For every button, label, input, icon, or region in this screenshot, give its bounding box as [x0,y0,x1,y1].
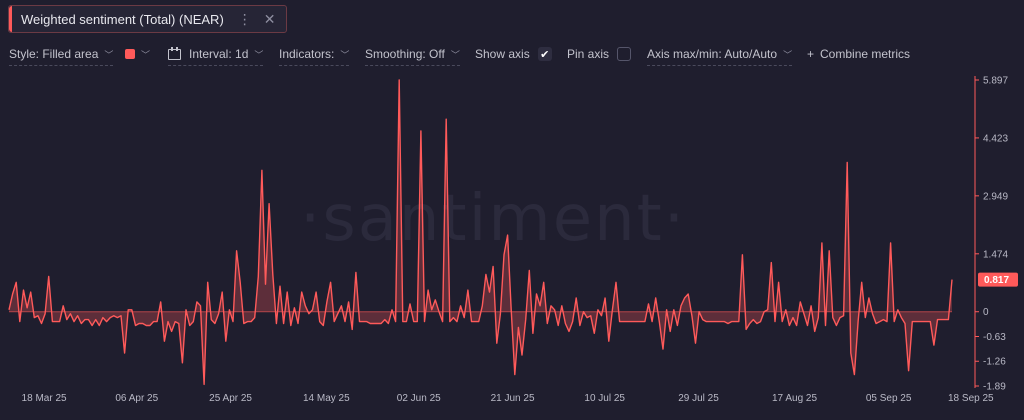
x-tick-label: 10 Jul 25 [584,393,625,404]
x-tick-label: 05 Sep 25 [866,393,912,404]
current-value: 0.817 [984,275,1009,286]
current-value-badge: 0.817 [978,272,1018,287]
x-tick-label: 02 Jun 25 [397,393,441,404]
x-tick-label: 17 Aug 25 [772,393,817,404]
y-tick-label: 0 [983,307,989,318]
y-tick-label: -0.63 [983,332,1006,343]
y-tick-label: 1.474 [983,249,1008,260]
x-tick-label: 29 Jul 25 [678,393,719,404]
y-tick-label: 4.423 [983,133,1008,144]
x-tick-label: 18 Mar 25 [22,393,67,404]
x-tick-label: 25 Apr 25 [209,393,252,404]
x-tick-label: 06 Apr 25 [115,393,158,404]
x-tick-label: 21 Jun 25 [491,393,535,404]
santiment-watermark: ·santiment· [300,182,686,256]
x-axis: 18 Mar 25 06 Apr 25 25 Apr 25 14 May 25 02 J… [22,393,994,404]
y-tick-label: 2.949 [983,191,1008,202]
y-tick-label: -1.26 [983,357,1006,368]
sentiment-chart[interactable]: ·santiment· 5.897 4.423 2.949 1.474 0 -0.63 -1… [0,0,1024,420]
x-tick-label: 14 May 25 [303,393,350,404]
y-tick-label: -1.89 [983,382,1006,393]
y-axis: 5.897 4.423 2.949 1.474 0 -0.63 -1.26 -1.89 [975,76,1008,393]
y-tick-label: 5.897 [983,76,1008,87]
x-tick-label: 18 Sep 25 [948,393,994,404]
